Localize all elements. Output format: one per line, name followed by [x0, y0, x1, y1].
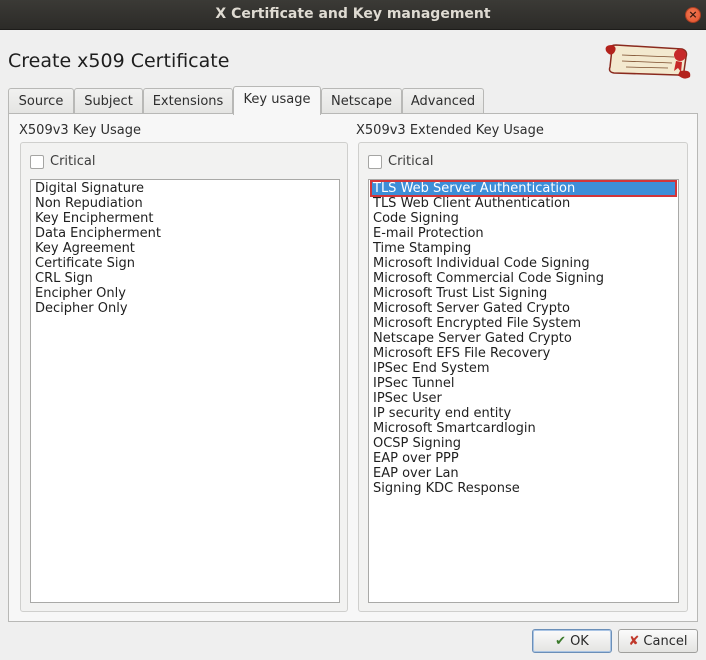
extended-key-usage-list-item[interactable]: Microsoft Individual Code Signing: [371, 256, 676, 271]
key-usage-list-item[interactable]: Encipher Only: [33, 286, 337, 301]
dialog-heading: Create x509 Certificate: [8, 50, 230, 72]
extended-key-usage-list-item[interactable]: Microsoft Commercial Code Signing: [371, 271, 676, 286]
extended-key-usage-title: X509v3 Extended Key Usage: [356, 123, 544, 138]
extended-key-usage-list-item[interactable]: Microsoft Trust List Signing: [371, 286, 676, 301]
key-usage-list-item[interactable]: Non Repudiation: [33, 196, 337, 211]
tab-source[interactable]: Source: [8, 88, 74, 114]
key-usage-list-item[interactable]: Key Encipherment: [33, 211, 337, 226]
extended-key-usage-critical-checkbox[interactable]: [368, 154, 382, 169]
key-usage-list-item[interactable]: Key Agreement: [33, 241, 337, 256]
extended-key-usage-list-item[interactable]: OCSP Signing: [371, 436, 676, 451]
extended-key-usage-list-item[interactable]: Netscape Server Gated Crypto: [371, 331, 676, 346]
key-usage-list-item[interactable]: Digital Signature: [33, 181, 337, 196]
checkmark-icon: ✔: [555, 633, 567, 649]
extended-key-usage-list-item[interactable]: IPSec Tunnel: [371, 376, 676, 391]
extended-key-usage-list-item[interactable]: TLS Web Server Authentication: [370, 180, 677, 197]
extended-key-usage-critical-label: Critical: [388, 154, 434, 169]
extended-key-usage-list-item[interactable]: Signing KDC Response: [371, 481, 676, 496]
key-usage-list-item[interactable]: Data Encipherment: [33, 226, 337, 241]
tab-advanced[interactable]: Advanced: [402, 88, 484, 114]
extended-key-usage-list-item[interactable]: Microsoft Server Gated Crypto: [371, 301, 676, 316]
tab-key-usage[interactable]: Key usage: [233, 86, 321, 115]
extended-key-usage-list-item[interactable]: EAP over Lan: [371, 466, 676, 481]
extended-key-usage-critical[interactable]: Critical: [368, 154, 433, 169]
ok-button-label: OK: [570, 633, 589, 649]
extended-key-usage-list-item[interactable]: TLS Web Client Authentication: [371, 196, 676, 211]
key-usage-group: Critical Digital Signature Non Repudiatio…: [20, 142, 348, 612]
extended-key-usage-list[interactable]: TLS Web Server Authentication TLS Web Cli…: [368, 179, 679, 603]
key-usage-title: X509v3 Key Usage: [19, 123, 142, 138]
cancel-button[interactable]: ✘ Cancel: [618, 629, 698, 653]
key-usage-list-item[interactable]: Certificate Sign: [33, 256, 337, 271]
key-usage-critical-checkbox[interactable]: [30, 154, 44, 169]
key-usage-critical-label: Critical: [50, 154, 96, 169]
cancel-button-label: Cancel: [643, 633, 688, 649]
cancel-x-icon: ✘: [628, 633, 640, 649]
certificate-scroll-logo: [605, 44, 691, 79]
key-usage-critical[interactable]: Critical: [30, 154, 95, 169]
extended-key-usage-list-item[interactable]: EAP over PPP: [371, 451, 676, 466]
close-icon[interactable]: ×: [685, 7, 701, 23]
extended-key-usage-group: Critical TLS Web Server Authentication TL…: [358, 142, 688, 612]
extended-key-usage-list-item[interactable]: Microsoft Smartcardlogin: [371, 421, 676, 436]
extended-key-usage-list-item[interactable]: Code Signing: [371, 211, 676, 226]
tab-netscape[interactable]: Netscape: [321, 88, 402, 114]
extended-key-usage-list-item[interactable]: Microsoft EFS File Recovery: [371, 346, 676, 361]
extended-key-usage-list-item[interactable]: Time Stamping: [371, 241, 676, 256]
key-usage-list-item[interactable]: CRL Sign: [33, 271, 337, 286]
extended-key-usage-list-item[interactable]: E-mail Protection: [371, 226, 676, 241]
extended-key-usage-list-item[interactable]: IPSec End System: [371, 361, 676, 376]
extended-key-usage-list-item[interactable]: IPSec User: [371, 391, 676, 406]
window-title: X Certificate and Key management: [215, 6, 491, 22]
key-usage-panel: X509v3 Key Usage Critical Digital Signat…: [8, 113, 698, 622]
title-bar: X Certificate and Key management ×: [0, 0, 706, 30]
key-usage-list-item[interactable]: Decipher Only: [33, 301, 337, 316]
ok-button[interactable]: ✔ OK: [532, 629, 612, 653]
extended-key-usage-list-item[interactable]: IP security end entity: [371, 406, 676, 421]
tab-subject[interactable]: Subject: [74, 88, 143, 114]
key-usage-list[interactable]: Digital Signature Non Repudiation Key Enci…: [30, 179, 340, 603]
extended-key-usage-list-item[interactable]: Microsoft Encrypted File System: [371, 316, 676, 331]
tab-extensions[interactable]: Extensions: [143, 88, 233, 114]
